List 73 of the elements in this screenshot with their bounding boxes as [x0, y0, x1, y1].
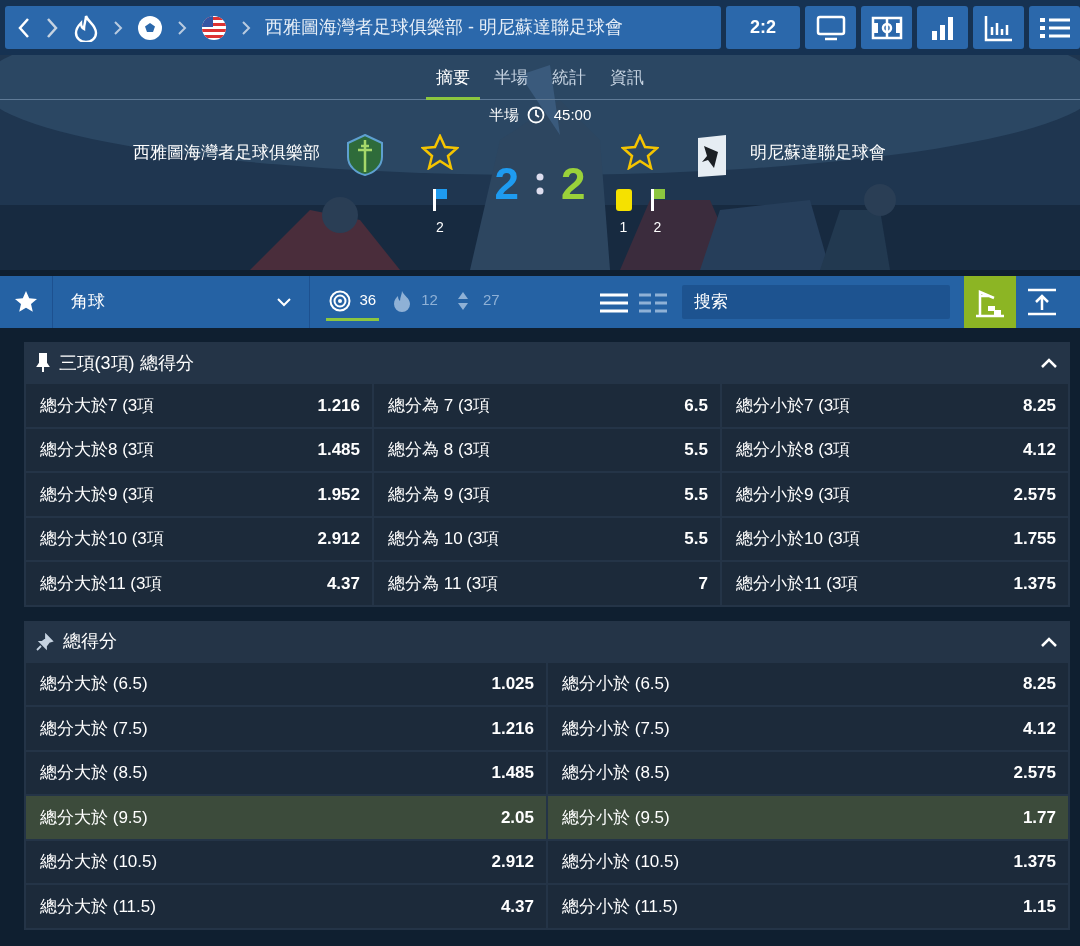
odds-button[interactable]: 總分小於 (7.5) 4.12	[548, 707, 1068, 750]
target-icon	[329, 289, 351, 312]
odds-button[interactable]: 總分小於 (6.5) 8.25	[548, 662, 1068, 705]
shield-crest-icon	[346, 134, 384, 177]
odds-button[interactable]: 總分大於10 (3項 2.912	[26, 517, 372, 560]
odds-button[interactable]: 總分大於 (6.5) 1.025	[26, 662, 546, 705]
score-separator-icon	[536, 172, 544, 197]
odds-button[interactable]: 總分大於11 (3項 4.37	[26, 562, 372, 605]
forward-icon	[45, 16, 59, 39]
collapse-icon	[1025, 286, 1058, 318]
odds-button[interactable]: 總分小於 (10.5) 1.375	[548, 840, 1068, 883]
favorite-star-icon[interactable]	[621, 134, 659, 171]
flame-icon	[73, 13, 99, 42]
chevron-icon	[241, 19, 251, 36]
filter-count-button[interactable]: 36	[326, 283, 380, 321]
odds-button[interactable]: 總分大於9 (3項 1.952	[26, 473, 372, 516]
odds-button[interactable]: 總分大於8 (3項 1.485	[26, 428, 372, 471]
stat-count: 1	[619, 217, 628, 237]
bird-crest-icon	[696, 134, 728, 179]
stat-count: 2	[653, 217, 662, 237]
odds-button[interactable]: 總分小於 (11.5) 1.15	[548, 885, 1068, 928]
odds-button[interactable]: 總分大於 (8.5) 1.485	[26, 751, 546, 794]
odds-button[interactable]: 總分大於7 (3項 1.216	[26, 384, 372, 427]
section-title: 三項(3項) 總得分	[58, 351, 195, 375]
odds-button[interactable]: 總分小於9 (3項 2.575	[722, 473, 1068, 516]
collapse-chevron-icon[interactable]	[1040, 635, 1058, 648]
star-icon	[14, 290, 38, 314]
caret-icon	[277, 297, 291, 307]
odds-button[interactable]: 總分為 8 (3項 5.5	[374, 428, 720, 471]
odds-button[interactable]: 總分小於 (9.5) 1.77	[548, 796, 1068, 839]
favorite-star-icon[interactable]	[421, 134, 459, 171]
odds-button[interactable]: 總分小於7 (3項 8.25	[722, 384, 1068, 427]
odds-button[interactable]: 總分小於 (8.5) 2.575	[548, 751, 1068, 794]
odds-button[interactable]: 總分大於 (9.5) 2.05	[26, 796, 546, 839]
bar-chart-button[interactable]	[917, 6, 968, 49]
tv-button[interactable]	[805, 6, 856, 49]
odds-button[interactable]: 總分小於10 (3項 1.755	[722, 517, 1068, 560]
home-score: 2	[494, 162, 519, 207]
tab[interactable]: 半場	[483, 55, 538, 100]
odds-button[interactable]: 總分大於 (10.5) 2.912	[26, 840, 546, 883]
odds-button[interactable]: 總分小於8 (3項 4.12	[722, 428, 1068, 471]
match-clock: 45:00	[553, 104, 592, 125]
odds-button[interactable]: 總分為 11 (3項 7	[374, 562, 720, 605]
collapse-chevron-icon[interactable]	[1040, 357, 1058, 369]
flag-icon	[201, 14, 227, 41]
odds-button[interactable]: 總分大於 (7.5) 1.216	[26, 707, 546, 750]
away-score: 2	[561, 162, 586, 207]
chevron-icon	[177, 19, 187, 36]
odds-button[interactable]: 總分為 9 (3項 5.5	[374, 473, 720, 516]
clock-icon	[527, 106, 546, 124]
odds-button[interactable]: 總分大於 (11.5) 4.37	[26, 885, 546, 928]
search-field[interactable]: 搜索	[681, 285, 950, 319]
match-title: 西雅圖海灣者足球俱樂部 - 明尼蘇達聯足球會	[265, 16, 623, 39]
tab[interactable]: 摘要	[425, 55, 480, 100]
section-title: 總得分	[62, 630, 118, 653]
stat-count: 2	[436, 217, 444, 237]
odds-button[interactable]: 總分小於11 (3項 1.375	[722, 562, 1068, 605]
market-dropdown[interactable]: 角球	[52, 276, 310, 328]
chevron-icon	[113, 19, 123, 36]
pin-icon[interactable]	[36, 632, 54, 651]
tab[interactable]: 統計	[542, 55, 597, 100]
statistics-button[interactable]	[973, 6, 1024, 49]
odds-button[interactable]: 總分為 7 (3項 6.5	[374, 384, 720, 427]
score-badge: 2:2	[725, 6, 800, 49]
away-team-name: 明尼蘇達聯足球會	[750, 142, 886, 165]
period-label: 半場	[488, 104, 519, 125]
pitch-button[interactable]	[861, 6, 912, 49]
tab[interactable]: 資訊	[600, 55, 655, 100]
back-icon	[17, 16, 31, 39]
menu-button[interactable]	[1029, 6, 1080, 49]
odds-button[interactable]: 總分為 10 (3項 5.5	[374, 517, 720, 560]
home-team-name: 西雅圖海灣者足球俱樂部	[133, 142, 320, 165]
soccer-ball-icon	[137, 14, 163, 41]
